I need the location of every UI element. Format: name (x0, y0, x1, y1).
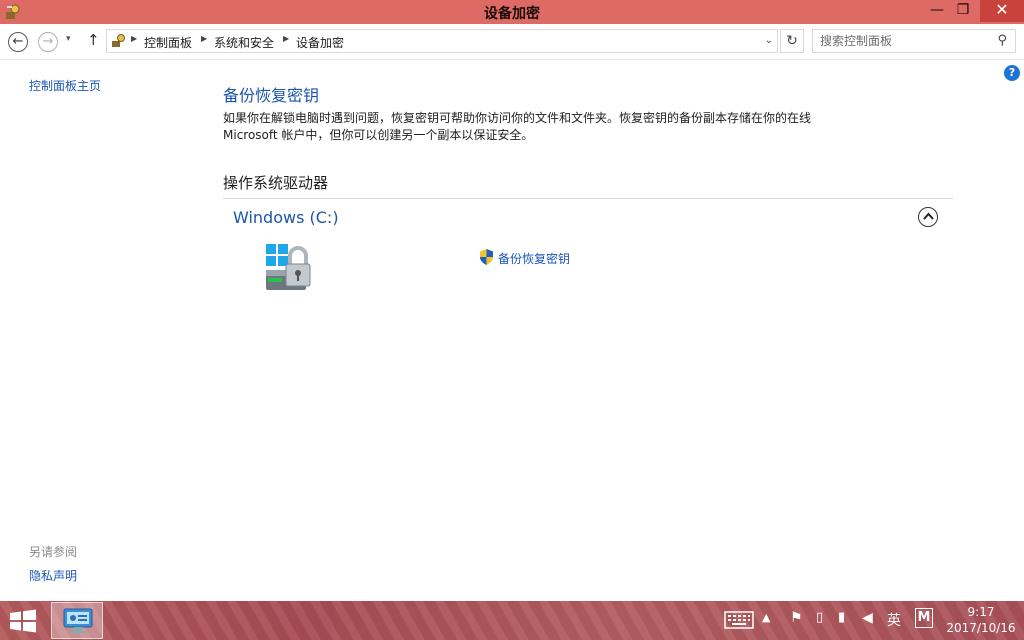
refresh-button[interactable]: ↻ (780, 29, 804, 53)
breadcrumb-separator-icon[interactable]: ▶ (283, 34, 289, 43)
breadcrumb-item-control-panel[interactable]: 控制面板 (144, 34, 192, 51)
taskbar-control-panel-button[interactable] (51, 602, 103, 639)
back-button[interactable]: ← (8, 32, 28, 52)
search-input[interactable] (813, 30, 983, 52)
page-title: 备份恢复密钥 (223, 86, 320, 105)
breadcrumb[interactable]: ▶ 控制面板 ▶ 系统和安全 ▶ 设备加密 ⌄ (106, 29, 778, 53)
windows-start-icon[interactable] (8, 609, 38, 633)
control-panel-icon (63, 608, 93, 633)
recent-locations-dropdown-icon[interactable]: ▾ (66, 34, 71, 44)
clock-date: 2017/10/16 (946, 621, 1016, 635)
close-button[interactable]: ✕ (980, 0, 1024, 22)
encrypted-drive-icon (266, 244, 311, 290)
section-divider (223, 198, 953, 199)
help-icon[interactable]: ? (1004, 65, 1020, 81)
action-center-flag-icon[interactable]: ⚑ (790, 610, 803, 640)
network-signal-icon[interactable]: ▮ (838, 610, 845, 640)
keyboard-icon (724, 611, 754, 629)
chevron-up-icon (922, 212, 934, 220)
taskbar: ▲ ⚑ ▯ ▮ ◀ 英 M 9:17 2017/10/16 (0, 601, 1024, 640)
search-icon[interactable]: ⚲ (997, 33, 1007, 48)
taskbar-clock[interactable]: 9:17 2017/10/16 (946, 604, 1016, 636)
backup-recovery-key-label[interactable]: 备份恢复密钥 (498, 250, 570, 267)
clock-time: 9:17 (967, 605, 995, 619)
sidebar-link-control-panel-home[interactable]: 控制面板主页 (29, 77, 101, 94)
battery-icon[interactable]: ▯ (816, 610, 823, 640)
search-box[interactable]: ⚲ (812, 29, 1016, 53)
minimize-button[interactable]: — (924, 0, 950, 22)
collapse-button[interactable] (918, 207, 938, 227)
breadcrumb-item-system-security[interactable]: 系统和安全 (214, 34, 274, 51)
ime-mode-icon[interactable]: M (915, 608, 933, 628)
sidebar-link-privacy-statement[interactable]: 隐私声明 (29, 567, 77, 584)
window-title: 设备加密 (484, 6, 540, 22)
drive-title: Windows (C:) (233, 208, 339, 227)
page-description: 如果你在解锁电脑时遇到问题，恢复密钥可帮助你访问你的文件和文件夹。恢复密钥的备份… (223, 111, 812, 142)
section-title-os-drive: 操作系统驱动器 (223, 174, 329, 192)
breadcrumb-separator-icon[interactable]: ▶ (201, 34, 207, 43)
touch-keyboard-icon[interactable] (722, 611, 756, 631)
show-hidden-icons-icon[interactable]: ▲ (762, 611, 770, 640)
address-toolbar: ← → ▾ ↑ ▶ 控制面板 ▶ 系统和安全 ▶ 设备加密 ⌄ ↻ ⚲ (0, 24, 1024, 60)
volume-icon[interactable]: ◀ (862, 610, 873, 640)
breadcrumb-separator-icon[interactable]: ▶ (131, 34, 137, 43)
uac-shield-icon (480, 249, 493, 265)
maximize-button[interactable]: ❐ (950, 0, 976, 22)
forward-button[interactable]: → (38, 32, 58, 52)
breadcrumb-item-device-encryption[interactable]: 设备加密 (296, 34, 344, 51)
up-button[interactable]: ↑ (87, 31, 100, 49)
address-history-dropdown-icon[interactable]: ⌄ (765, 35, 773, 46)
title-bar: 设备加密 — ❐ ✕ (0, 0, 1024, 24)
input-method-indicator[interactable]: 英 (887, 610, 901, 640)
control-panel-icon (112, 34, 125, 47)
see-also-heading: 另请参阅 (29, 545, 78, 559)
